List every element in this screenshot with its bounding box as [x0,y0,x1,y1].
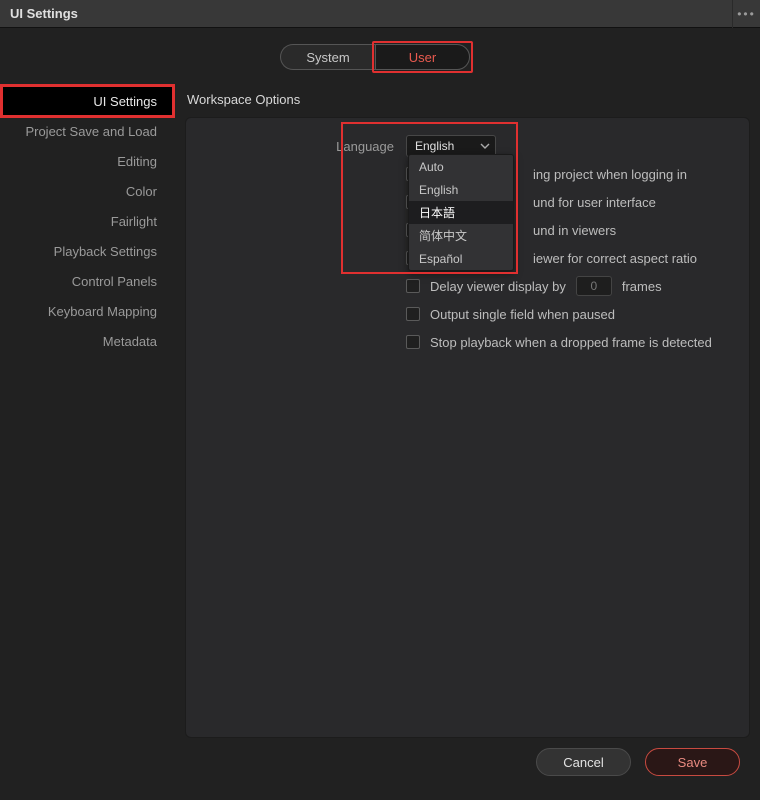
delay-prefix: Delay viewer display by [430,279,566,294]
language-selected-value: English [415,139,454,153]
sidebar-item-keyboard[interactable]: Keyboard Mapping [0,296,175,326]
save-button[interactable]: Save [645,748,740,776]
window-title: UI Settings [10,6,78,21]
language-option-auto[interactable]: Auto [409,155,513,178]
check-row-single-field: Output single field when paused [196,300,733,328]
sidebar-item-label: UI Settings [93,94,157,109]
save-label: Save [678,755,708,770]
option-label: Auto [419,160,444,174]
window-body: System User UI Settings Project Save and… [0,28,760,800]
language-option-chinese[interactable]: 简体中文 [409,224,513,247]
sidebar-item-label: Editing [117,154,157,169]
window-options-button[interactable]: ••• [732,0,760,28]
sidebar-item-project-save[interactable]: Project Save and Load [0,116,175,146]
content-area: Workspace Options Language English [175,86,750,738]
checkbox[interactable] [406,335,420,349]
sidebar-item-color[interactable]: Color [0,176,175,206]
chevron-down-icon [479,140,491,152]
tab-system-label: System [306,50,349,65]
sidebar-item-label: Control Panels [72,274,157,289]
sidebar-item-label: Keyboard Mapping [48,304,157,319]
language-dropdown[interactable]: Auto English 日本語 简体中文 Español [408,154,514,271]
sidebar: UI Settings Project Save and Load Editin… [0,86,175,738]
tab-bar: System User [0,44,750,70]
sidebar-item-label: Color [126,184,157,199]
delay-value-input[interactable]: 0 [576,276,612,296]
sidebar-item-metadata[interactable]: Metadata [0,326,175,356]
sidebar-item-editing[interactable]: Editing [0,146,175,176]
delay-suffix: frames [622,279,662,294]
delay-row: Delay viewer display by 0 frames [196,272,733,300]
option-label: 日本語 [419,204,455,221]
sidebar-item-control-panels[interactable]: Control Panels [0,266,175,296]
tab-system[interactable]: System [280,44,375,70]
sidebar-item-label: Fairlight [111,214,157,229]
checkbox[interactable] [406,307,420,321]
option-label: Español [419,252,462,266]
settings-window: UI Settings ••• System User UI Settings … [0,0,760,800]
option-label: 简体中文 [419,227,467,244]
sidebar-item-ui-settings[interactable]: UI Settings [0,86,175,116]
sidebar-item-label: Playback Settings [54,244,157,259]
tab-user-label: User [409,50,436,65]
checkbox[interactable] [406,279,420,293]
sidebar-item-fairlight[interactable]: Fairlight [0,206,175,236]
dots-icon: ••• [737,7,756,21]
cancel-label: Cancel [563,755,603,770]
options-panel: Language English Auto Englis [185,117,750,738]
check-row-dropped-frame: Stop playback when a dropped frame is de… [196,328,733,356]
language-option-japanese[interactable]: 日本語 [409,201,513,224]
sidebar-item-playback[interactable]: Playback Settings [0,236,175,266]
check-label: Output single field when paused [430,307,615,322]
footer: Cancel Save [0,738,750,786]
section-title: Workspace Options [187,92,750,107]
language-option-spanish[interactable]: Español [409,247,513,270]
language-label: Language [196,139,406,154]
check-label: Stop playback when a dropped frame is de… [430,335,712,350]
tab-user[interactable]: User [375,44,470,70]
option-label: English [419,183,458,197]
cancel-button[interactable]: Cancel [536,748,631,776]
sidebar-item-label: Project Save and Load [25,124,157,139]
titlebar: UI Settings ••• [0,0,760,28]
main-row: UI Settings Project Save and Load Editin… [0,86,750,738]
sidebar-item-label: Metadata [103,334,157,349]
language-option-english[interactable]: English [409,178,513,201]
